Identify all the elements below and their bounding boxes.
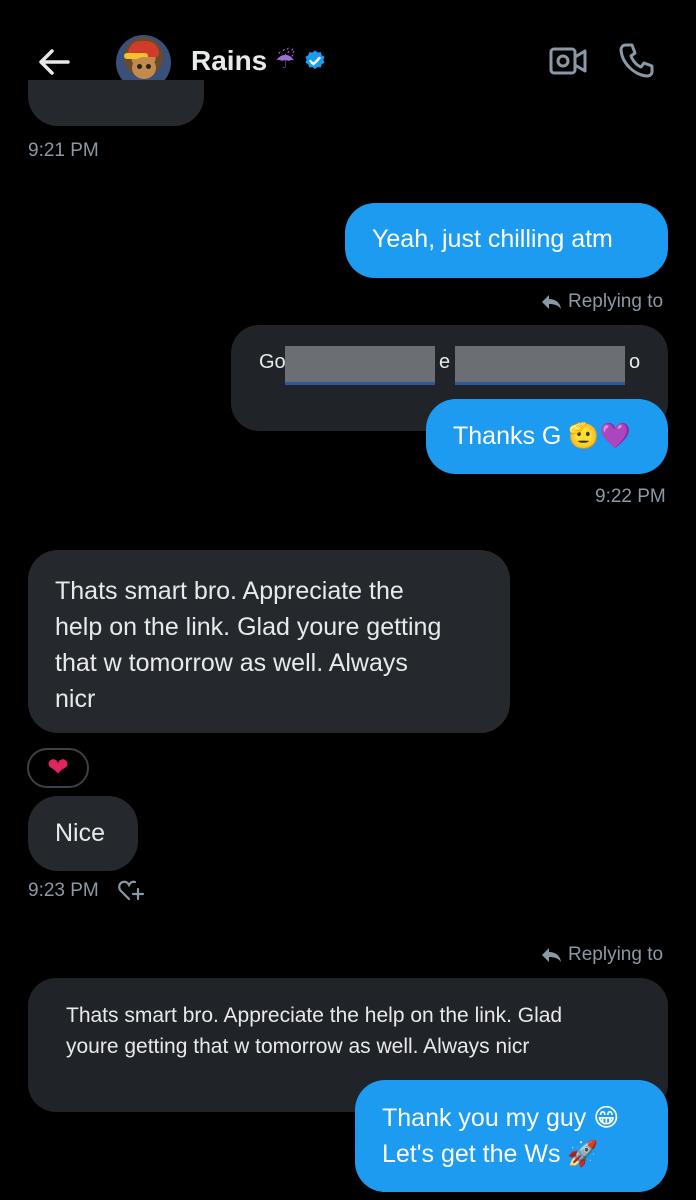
timestamp: 9:22 PM [595, 486, 666, 507]
message-line: nicr [55, 685, 96, 713]
add-reaction-icon[interactable] [117, 878, 145, 902]
saluting-heart-emoji: 🫡💜 [568, 421, 631, 450]
phone-call-icon[interactable] [616, 40, 656, 80]
message-text: Yeah, just chilling atm [372, 225, 613, 253]
message-line: Thats smart bro. Appreciate the [55, 577, 404, 605]
replying-to-label[interactable]: Replying to [540, 944, 663, 966]
rocket-emoji: 🚀 [567, 1139, 599, 1168]
contact-name: Rains [191, 45, 268, 76]
video-call-icon[interactable] [548, 44, 588, 78]
incoming-message[interactable]: Thats smart bro. Appreciate the help on … [28, 550, 510, 733]
outgoing-message[interactable]: Thank you my guy 😁 Let's get the Ws 🚀 [355, 1080, 668, 1192]
quoted-text-mid: e [439, 351, 451, 373]
redacted-text [285, 346, 435, 385]
contact-name-header[interactable]: Rains ☔ [191, 45, 327, 77]
quoted-line: youre getting that w tomorrow as well. A… [66, 1035, 530, 1058]
message-text: Thanks G [453, 422, 562, 450]
outgoing-message[interactable]: Thanks G 🫡💜 [426, 399, 668, 474]
umbrella-icon: ☔ [275, 48, 295, 74]
redacted-text [455, 346, 625, 385]
message-line: Let's get the Ws 🚀 [382, 1139, 599, 1168]
reply-arrow-icon [542, 295, 561, 309]
quoted-text-start: Go [259, 351, 286, 373]
grinning-emoji: 😁 [593, 1103, 620, 1132]
reaction-badge[interactable]: ❤ [27, 748, 89, 788]
timestamp: 9:23 PM [28, 880, 99, 901]
verified-badge-icon [305, 50, 325, 70]
outgoing-message[interactable]: Yeah, just chilling atm [345, 203, 668, 278]
reply-arrow-icon [542, 948, 561, 962]
replying-to-label[interactable]: Replying to [540, 291, 663, 313]
previous-message-bubble[interactable] [28, 80, 204, 126]
timestamp: 9:21 PM [28, 140, 99, 161]
quoted-line: Thats smart bro. Appreciate the help on … [66, 1004, 563, 1027]
message-line: help on the link. Glad youre getting [55, 613, 442, 641]
message-line: that w tomorrow as well. Always [55, 649, 408, 677]
incoming-message[interactable]: Nice [28, 796, 138, 871]
back-arrow-icon[interactable] [34, 42, 74, 82]
quoted-text-end: o [629, 351, 641, 373]
message-text: Nice [55, 819, 106, 847]
heart-reaction-icon: ❤ [47, 753, 69, 783]
message-line: Thank you my guy 😁 [382, 1103, 620, 1132]
